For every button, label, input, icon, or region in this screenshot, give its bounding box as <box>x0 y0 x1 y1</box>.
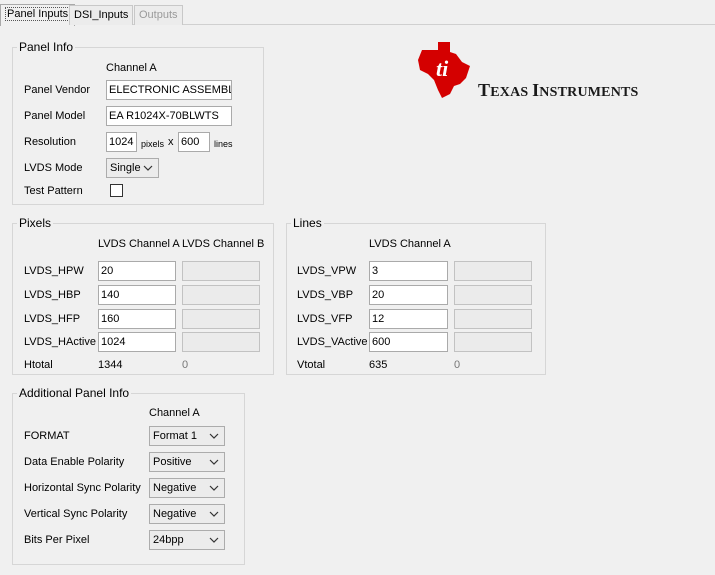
lvds-vbp-label: LVDS_VBP <box>297 289 354 301</box>
test-pattern-label: Test Pattern <box>24 185 83 197</box>
lvds-hfp-b-field[interactable] <box>182 309 260 329</box>
panel-info-channel-header: Channel A <box>106 62 157 74</box>
format-label: FORMAT <box>24 430 70 442</box>
chevron-down-icon <box>209 537 219 543</box>
horizontal-sync-polarity-label: Horizontal Sync Polarity <box>24 482 141 494</box>
ti-brand-text: TEXAS INSTRUMENTS <box>478 80 639 101</box>
lvds-hpw-a-field[interactable]: 20 <box>98 261 176 281</box>
panel-vendor-field[interactable]: ELECTRONIC ASSEMBLY <box>106 80 232 100</box>
tab-label: Panel Inputs <box>5 7 71 21</box>
panel-vendor-label: Panel Vendor <box>24 84 91 96</box>
ti-logo-icon: ti <box>418 42 470 98</box>
lvds-hfp-a-field[interactable]: 160 <box>98 309 176 329</box>
horizontal-sync-polarity-select[interactable]: Negative <box>149 478 225 498</box>
chevron-down-icon <box>209 485 219 491</box>
lvds-vfp-a-field[interactable]: 12 <box>369 309 448 329</box>
pixels-col-a-header: LVDS Channel A <box>98 238 180 250</box>
chevron-down-icon <box>209 433 219 439</box>
lvds-hactive-b-field[interactable] <box>182 332 260 352</box>
lvds-vbp-a-field[interactable]: 20 <box>369 285 448 305</box>
tab-outputs[interactable]: Outputs <box>134 5 183 25</box>
vtotal-label: Vtotal <box>297 359 326 371</box>
lvds-vactive-a-field[interactable]: 600 <box>369 332 448 352</box>
tab-label: DSI_Inputs <box>74 9 129 21</box>
lvds-mode-select[interactable]: Single <box>106 158 159 178</box>
chevron-down-icon <box>143 165 153 171</box>
lvds-vfp-label: LVDS_VFP <box>297 313 353 325</box>
lvds-vpw-a-field[interactable]: 3 <box>369 261 448 281</box>
data-enable-polarity-value: Positive <box>153 456 192 468</box>
resolution-width-field[interactable]: 1024 <box>106 132 137 152</box>
brand-text-nstruments: NSTRUMENTS <box>539 85 639 100</box>
lines-title: Lines <box>291 216 324 230</box>
lvds-hfp-label: LVDS_HFP <box>24 313 81 325</box>
lvds-mode-value: Single <box>110 162 141 174</box>
resolution-height-field[interactable]: 600 <box>178 132 210 152</box>
lvds-hbp-b-field[interactable] <box>182 285 260 305</box>
data-enable-polarity-select[interactable]: Positive <box>149 452 225 472</box>
lvds-hbp-a-field[interactable]: 140 <box>98 285 176 305</box>
lvds-vactive-b-field[interactable] <box>454 332 532 352</box>
lvds-hactive-a-field[interactable]: 1024 <box>98 332 176 352</box>
lvds-vactive-label: LVDS_VActive <box>297 336 368 348</box>
vtotal-a-value: 635 <box>369 359 388 371</box>
tab-label: Outputs <box>139 9 178 21</box>
chevron-down-icon <box>209 459 219 465</box>
htotal-label: Htotal <box>24 359 53 371</box>
additional-channel-header: Channel A <box>149 407 200 419</box>
lvds-hpw-label: LVDS_HPW <box>24 265 84 277</box>
lvds-vpw-b-field[interactable] <box>454 261 532 281</box>
additional-panel-info-title: Additional Panel Info <box>17 386 132 400</box>
lvds-hbp-label: LVDS_HBP <box>24 289 81 301</box>
pixels-unit-label: pixels <box>141 139 165 149</box>
tab-bar: Panel Inputs DSI_Inputs Outputs <box>0 0 715 26</box>
brand-letter-t: T <box>478 80 491 100</box>
vertical-sync-polarity-select[interactable]: Negative <box>149 504 225 524</box>
chevron-down-icon <box>209 511 219 517</box>
resolution-label: Resolution <box>24 136 76 148</box>
lvds-hpw-b-field[interactable] <box>182 261 260 281</box>
htotal-b-value: 0 <box>182 359 189 371</box>
resolution-x-separator: x <box>168 136 174 148</box>
vertical-sync-polarity-label: Vertical Sync Polarity <box>24 508 128 520</box>
format-value: Format 1 <box>153 430 198 442</box>
pixels-title: Pixels <box>17 216 54 230</box>
brand-text-exas: EXAS <box>490 85 533 100</box>
lvds-vpw-label: LVDS_VPW <box>297 265 357 277</box>
panel-info-title: Panel Info <box>17 40 76 54</box>
lvds-hactive-label: LVDS_HActive <box>24 336 96 348</box>
bits-per-pixel-select[interactable]: 24bpp <box>149 530 225 550</box>
pixels-col-b-header: LVDS Channel B <box>182 238 265 250</box>
panel-model-field[interactable]: EA R1024X-70BLWTS <box>106 106 232 126</box>
test-pattern-checkbox[interactable] <box>110 184 123 197</box>
tab-dsi-inputs[interactable]: DSI_Inputs <box>69 5 134 25</box>
horizontal-sync-polarity-value: Negative <box>153 482 197 494</box>
svg-text:ti: ti <box>436 56 449 81</box>
lvds-vbp-b-field[interactable] <box>454 285 532 305</box>
vertical-sync-polarity-value: Negative <box>153 508 197 520</box>
format-select[interactable]: Format 1 <box>149 426 225 446</box>
data-enable-polarity-label: Data Enable Polarity <box>24 456 125 468</box>
htotal-a-value: 1344 <box>98 359 123 371</box>
vtotal-b-value: 0 <box>454 359 461 371</box>
bits-per-pixel-label: Bits Per Pixel <box>24 534 90 546</box>
lines-unit-label: lines <box>214 139 233 149</box>
tab-panel-inputs[interactable]: Panel Inputs <box>0 4 76 26</box>
lvds-mode-label: LVDS Mode <box>24 162 83 174</box>
lines-col-a-header: LVDS Channel A <box>369 238 451 250</box>
bits-per-pixel-value: 24bpp <box>153 534 184 546</box>
panel-model-label: Panel Model <box>24 110 86 122</box>
lvds-vfp-b-field[interactable] <box>454 309 532 329</box>
